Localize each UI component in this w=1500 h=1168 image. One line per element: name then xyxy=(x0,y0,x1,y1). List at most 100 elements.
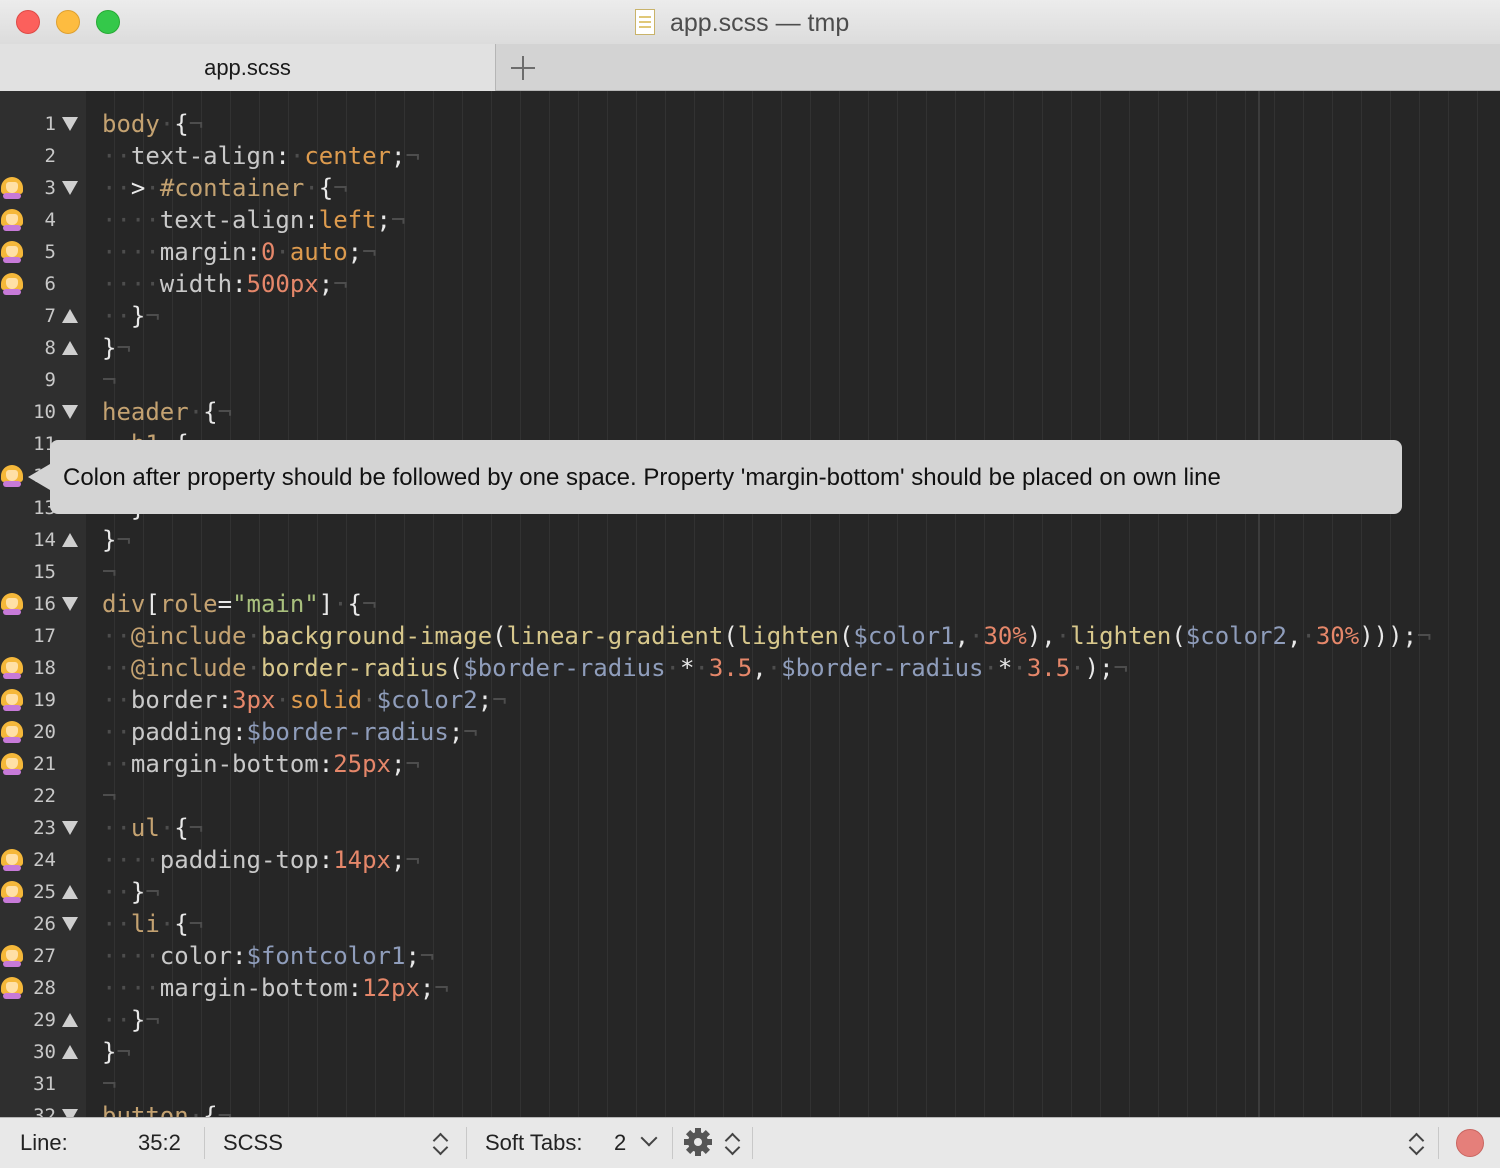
fold-collapse-icon[interactable] xyxy=(62,405,78,419)
code-text: ····color:$fontcolor1;¬ xyxy=(102,940,434,972)
line-number: 14 xyxy=(33,529,56,551)
code-line[interactable]: 3 ··>·#container·{¬ xyxy=(0,172,1500,204)
line-value[interactable]: 35:2 xyxy=(138,1118,181,1168)
code-token: · xyxy=(969,622,984,650)
code-token: ; xyxy=(448,718,464,746)
code-token: ; xyxy=(419,974,435,1002)
code-line[interactable]: 24 ····padding-top:14px;¬ xyxy=(0,844,1500,876)
code-line[interactable]: 22 ¬ xyxy=(0,780,1500,812)
code-token: ·· xyxy=(102,750,131,778)
code-line[interactable]: 5 ····margin:0·auto;¬ xyxy=(0,236,1500,268)
code-line[interactable]: 21 ··margin-bottom:25px;¬ xyxy=(0,748,1500,780)
code-text: ¬ xyxy=(102,1068,116,1100)
language-select[interactable]: SCSS xyxy=(223,1118,283,1168)
code-line[interactable]: 30}¬ xyxy=(0,1036,1500,1068)
fold-collapse-icon[interactable] xyxy=(62,1109,78,1117)
code-line[interactable]: 29 ··}¬ xyxy=(0,1004,1500,1036)
code-line[interactable]: 31 ¬ xyxy=(0,1068,1500,1100)
code-token: border-radius xyxy=(260,654,449,682)
title-bar[interactable]: app.scss — tmp xyxy=(0,0,1500,44)
code-line[interactable]: 8}¬ xyxy=(0,332,1500,364)
line-number: 3 xyxy=(44,177,56,199)
code-line[interactable]: 27 ····color:$fontcolor1;¬ xyxy=(0,940,1500,972)
code-token: ···· xyxy=(102,206,160,234)
record-icon[interactable] xyxy=(1456,1129,1484,1157)
code-token: { xyxy=(318,174,334,202)
code-token: } xyxy=(102,1038,117,1066)
code-token: ·· xyxy=(102,142,131,170)
code-token: · xyxy=(304,174,319,202)
code-token: auto xyxy=(289,238,348,266)
settings-updown-icon[interactable] xyxy=(724,1131,740,1157)
gear-icon[interactable] xyxy=(684,1128,712,1156)
code-token: · xyxy=(362,686,377,714)
code-line[interactable]: 1 body·{¬ xyxy=(0,108,1500,140)
fold-end-icon[interactable] xyxy=(62,341,78,355)
symbol-updown-icon[interactable] xyxy=(1408,1131,1424,1157)
close-window-button[interactable] xyxy=(16,10,40,34)
code-token: ); xyxy=(1084,654,1114,682)
status-divider xyxy=(204,1127,205,1159)
code-line[interactable]: 9 ¬ xyxy=(0,364,1500,396)
code-line[interactable]: 20 ··padding:$border-radius;¬ xyxy=(0,716,1500,748)
tab-app-scss[interactable]: app.scss xyxy=(0,44,496,91)
fold-collapse-icon[interactable] xyxy=(62,821,78,835)
fold-end-icon[interactable] xyxy=(62,533,78,547)
code-line[interactable]: 17 ··@include·background-image(linear-gra… xyxy=(0,620,1500,652)
code-line[interactable]: 32 button·{¬ xyxy=(0,1100,1500,1117)
fold-end-icon[interactable] xyxy=(62,309,78,323)
code-token: } xyxy=(130,302,146,330)
line-number: 8 xyxy=(44,337,56,359)
fold-collapse-icon[interactable] xyxy=(62,117,78,131)
code-line[interactable]: 14 }¬ xyxy=(0,524,1500,556)
line-number: 16 xyxy=(33,593,56,615)
soft-tabs-label[interactable]: Soft Tabs: xyxy=(485,1118,582,1168)
fold-end-icon[interactable] xyxy=(62,1045,78,1059)
code-text: ····padding-top:14px;¬ xyxy=(102,844,420,876)
code-line[interactable]: 6 ····width:500px;¬ xyxy=(0,268,1500,300)
code-token: ¬ xyxy=(333,270,348,298)
fold-collapse-icon[interactable] xyxy=(62,597,78,611)
code-line[interactable]: 4 ····text-align:left;¬ xyxy=(0,204,1500,236)
code-line[interactable]: 28 ····margin-bottom:12px;¬ xyxy=(0,972,1500,1004)
code-token: lighten xyxy=(1070,622,1172,650)
plus-icon[interactable] xyxy=(509,54,537,82)
code-line[interactable]: 25 ··}¬ xyxy=(0,876,1500,908)
code-line[interactable]: 15 ¬ xyxy=(0,556,1500,588)
code-line[interactable]: 18 ··@include·border-radius($border-radiu… xyxy=(0,652,1500,684)
code-line[interactable]: 7 ··}¬ xyxy=(0,300,1500,332)
code-line[interactable]: 10 header·{¬ xyxy=(0,396,1500,428)
soft-tabs-value[interactable]: 2 xyxy=(614,1118,626,1168)
code-token: li xyxy=(130,910,160,938)
language-updown-icon[interactable] xyxy=(432,1131,448,1157)
code-token: $color1 xyxy=(853,622,955,650)
fold-collapse-icon[interactable] xyxy=(62,917,78,931)
code-text: }¬ xyxy=(102,524,131,556)
code-line[interactable]: 2 ··text-align:·center;¬ xyxy=(0,140,1500,172)
fold-end-icon[interactable] xyxy=(62,885,78,899)
code-token: : xyxy=(318,846,334,874)
code-token: center xyxy=(304,142,392,170)
code-token: ¬ xyxy=(405,846,420,874)
code-line[interactable]: 23 ··ul·{¬ xyxy=(0,812,1500,844)
zoom-window-button[interactable] xyxy=(96,10,120,34)
code-token: 3.5 xyxy=(1026,654,1071,682)
code-line[interactable]: 16 div[role="main"]·{¬ xyxy=(0,588,1500,620)
code-token: background-image xyxy=(260,622,493,650)
fold-collapse-icon[interactable] xyxy=(62,181,78,195)
fold-end-icon[interactable] xyxy=(62,1013,78,1027)
code-token: · xyxy=(159,910,175,938)
code-line[interactable]: 19 ··border:3px·solid·$color2;¬ xyxy=(0,684,1500,716)
code-token: · xyxy=(246,654,261,682)
code-token: role xyxy=(159,590,218,618)
line-number: 4 xyxy=(44,209,56,231)
chevron-down-icon[interactable] xyxy=(640,1129,658,1147)
line-label: Line: xyxy=(20,1130,68,1155)
minimize-window-button[interactable] xyxy=(56,10,80,34)
code-editor[interactable]: 1 body·{¬ 2 ··text-align:·center;¬ 3 ··>·#con… xyxy=(0,91,1500,1117)
status-divider xyxy=(752,1127,753,1159)
code-token: · xyxy=(1055,622,1071,650)
code-line[interactable]: 26 ··li·{¬ xyxy=(0,908,1500,940)
lint-warning-icon[interactable] xyxy=(1,465,23,487)
code-text: ¬ xyxy=(102,780,116,812)
